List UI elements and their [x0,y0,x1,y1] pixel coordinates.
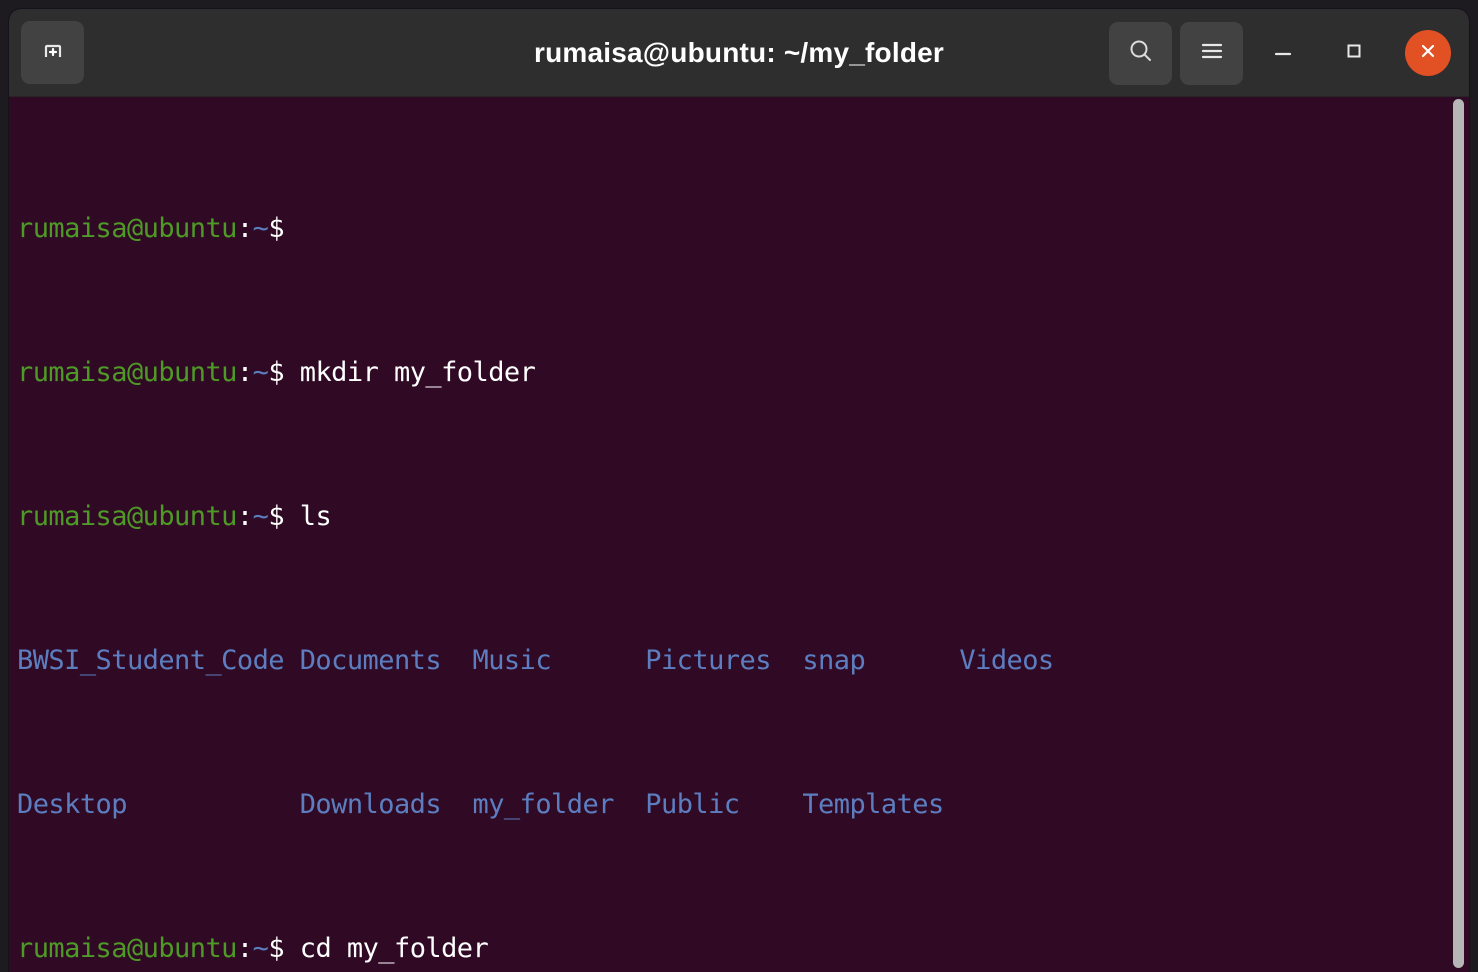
prompt-symbol: $ [268,501,300,532]
title-bar: rumaisa@ubuntu: ~/my_folder [9,9,1469,97]
new-tab-icon [39,37,67,69]
prompt-symbol: $ [268,933,300,964]
ls-output-row: BWSI_Student_Code Documents Music Pictur… [17,643,1469,679]
directory-entry: Music [472,645,552,676]
terminal-output: rumaisa@ubuntu:~$ rumaisa@ubuntu:~$ mkdi… [17,103,1469,972]
directory-entry: Pictures [645,645,771,676]
directory-entry: Downloads [299,789,442,820]
directory-entry: Documents [299,645,442,676]
terminal-line: rumaisa@ubuntu:~$ cd my_folder [17,931,1469,967]
terminal-command: mkdir my_folder [299,357,536,388]
terminal-line: rumaisa@ubuntu:~$ mkdir my_folder [17,355,1469,391]
prompt-separator: : [236,933,253,964]
prompt-separator: : [236,501,253,532]
search-button[interactable] [1109,21,1172,85]
ls-output-row: Desktop Downloads my_folder Public Templ… [17,787,1469,823]
hamburger-menu-icon [1198,37,1226,69]
directory-entry: Videos [959,645,1054,676]
close-icon [1417,40,1439,66]
minimize-icon [1270,38,1296,68]
prompt-user-host: rumaisa@ubuntu [17,357,237,388]
prompt-path: ~ [252,933,269,964]
maximize-icon [1341,38,1367,68]
new-tab-button[interactable] [21,21,84,84]
scrollbar-thumb[interactable] [1453,99,1464,968]
prompt-path: ~ [252,357,269,388]
prompt-separator: : [236,357,253,388]
terminal-command: ls [299,501,332,532]
directory-entry: my_folder [472,789,615,820]
prompt-symbol: $ [268,213,285,244]
menu-button[interactable] [1180,21,1243,85]
directory-entry: Public [645,789,740,820]
directory-entry: snap [802,645,866,676]
prompt-user-host: rumaisa@ubuntu [17,501,237,532]
prompt-path: ~ [252,501,269,532]
close-button[interactable] [1405,30,1451,76]
directory-entry: BWSI_Student_Code [17,645,285,676]
prompt-separator: : [236,213,253,244]
scrollbar-track[interactable] [1447,97,1469,972]
terminal-window: rumaisa@ubuntu: ~/my_folder rumaisa@ubun… [9,9,1469,972]
prompt-path: ~ [252,213,269,244]
search-icon [1126,36,1156,70]
prompt-user-host: rumaisa@ubuntu [17,213,237,244]
terminal-body[interactable]: rumaisa@ubuntu:~$ rumaisa@ubuntu:~$ mkdi… [9,97,1469,972]
maximize-button[interactable] [1322,22,1385,85]
prompt-user-host: rumaisa@ubuntu [17,933,237,964]
terminal-command: cd my_folder [299,933,489,964]
terminal-line: rumaisa@ubuntu:~$ [17,211,1469,247]
window-controls [1109,9,1455,97]
directory-entry: Desktop [17,789,128,820]
minimize-button[interactable] [1251,22,1314,85]
directory-entry: Templates [802,789,944,820]
terminal-line: rumaisa@ubuntu:~$ ls [17,499,1469,535]
prompt-symbol: $ [268,357,300,388]
